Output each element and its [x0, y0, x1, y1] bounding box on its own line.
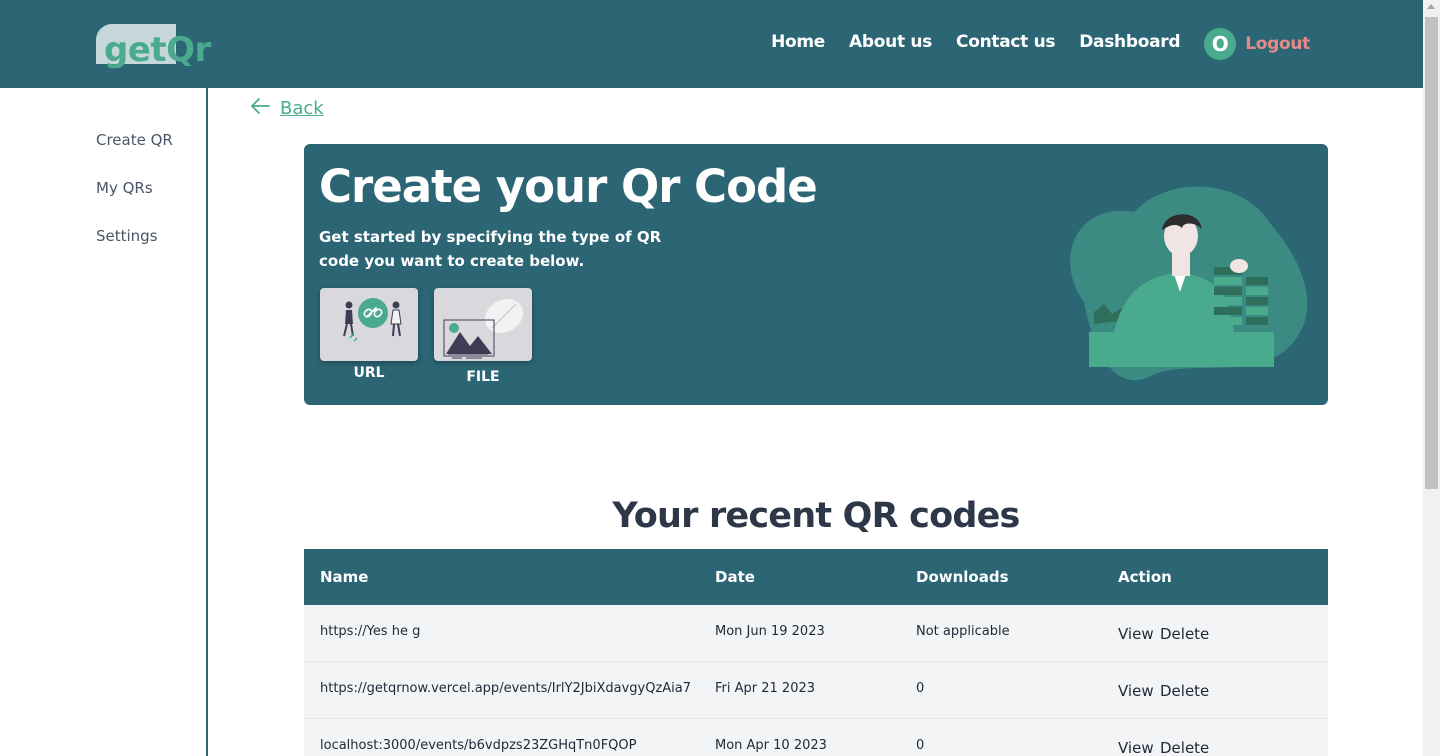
view-button[interactable]: View — [1118, 719, 1154, 756]
logout-button[interactable]: Logout — [1245, 34, 1310, 54]
page-title: Create your Qr Code — [319, 160, 818, 213]
delete-button[interactable]: Delete — [1160, 605, 1209, 663]
qr-type-url-card[interactable] — [320, 288, 418, 361]
qr-date: Mon Jun 19 2023 — [715, 624, 825, 639]
sidebar-item-settings[interactable]: Settings — [96, 227, 158, 245]
table-row: https://getqrnow.vercel.app/events/IrlY2… — [304, 662, 1328, 719]
nav-contact-link[interactable]: Contact us — [956, 32, 1056, 52]
scrollbar-thumb[interactable] — [1425, 17, 1438, 489]
main-nav: Home About us Contact us Dashboard O Log… — [771, 0, 1310, 88]
recent-qr-title: Your recent QR codes — [612, 496, 1020, 536]
back-label: Back — [280, 98, 324, 119]
table-row: localhost:3000/events/b6vdpzs23ZGHqTn0FQ… — [304, 719, 1328, 756]
arrow-left-icon — [250, 98, 270, 119]
column-downloads: Downloads — [916, 568, 1009, 586]
qr-downloads: Not applicable — [916, 624, 1010, 639]
qr-name: localhost:3000/events/b6vdpzs23ZGHqTn0FQ… — [320, 738, 637, 753]
top-navbar: getQr Home About us Contact us Dashboard… — [0, 0, 1423, 88]
nav-about-link[interactable]: About us — [849, 32, 932, 52]
delete-button[interactable]: Delete — [1160, 662, 1209, 720]
back-link[interactable]: Back — [250, 98, 324, 119]
table-header: Name Date Downloads Action — [304, 549, 1328, 605]
avatar[interactable]: O — [1204, 28, 1237, 60]
delete-button[interactable]: Delete — [1160, 719, 1209, 756]
qr-date: Mon Apr 10 2023 — [715, 738, 827, 753]
qr-downloads: 0 — [916, 681, 925, 696]
sidebar-item-my-qrs[interactable]: My QRs — [96, 179, 153, 197]
recent-qr-table: Name Date Downloads Action https://Yes h… — [304, 549, 1328, 756]
hero-illustration — [1054, 182, 1314, 382]
view-button[interactable]: View — [1118, 605, 1154, 663]
sidebar-item-create-qr[interactable]: Create QR — [96, 131, 173, 149]
logo-text: getQr — [104, 30, 211, 70]
qr-name: https://getqrnow.vercel.app/events/IrlY2… — [320, 681, 692, 696]
table-row: https://Yes he g Mon Jun 19 2023 Not app… — [304, 605, 1328, 662]
column-action: Action — [1118, 568, 1172, 586]
file-illustration-icon — [434, 298, 532, 369]
qr-date: Fri Apr 21 2023 — [715, 681, 816, 696]
nav-dashboard-link[interactable]: Dashboard — [1079, 32, 1180, 52]
user-menu: O Logout — [1204, 28, 1310, 60]
qr-downloads: 0 — [916, 738, 925, 753]
view-button[interactable]: View — [1118, 662, 1154, 720]
logo[interactable]: getQr — [96, 24, 211, 72]
page-scrollbar[interactable] — [1423, 0, 1440, 756]
create-qr-hero: Create your Qr Code Get started by speci… — [304, 144, 1328, 405]
qr-type-file-label: FILE — [466, 369, 500, 385]
hero-subtitle: Get started by specifying the type of QR… — [319, 228, 662, 270]
scroll-up-arrow-icon[interactable] — [1427, 4, 1435, 9]
sidebar: Create QR My QRs Settings — [0, 88, 208, 756]
qr-name: https://Yes he g — [320, 624, 421, 639]
nav-home-link[interactable]: Home — [771, 32, 825, 52]
url-illustration-icon — [320, 298, 418, 365]
qr-type-url-label: URL — [353, 365, 385, 381]
qr-type-file-card[interactable] — [434, 288, 532, 361]
column-date: Date — [715, 568, 755, 586]
column-name: Name — [320, 568, 369, 586]
